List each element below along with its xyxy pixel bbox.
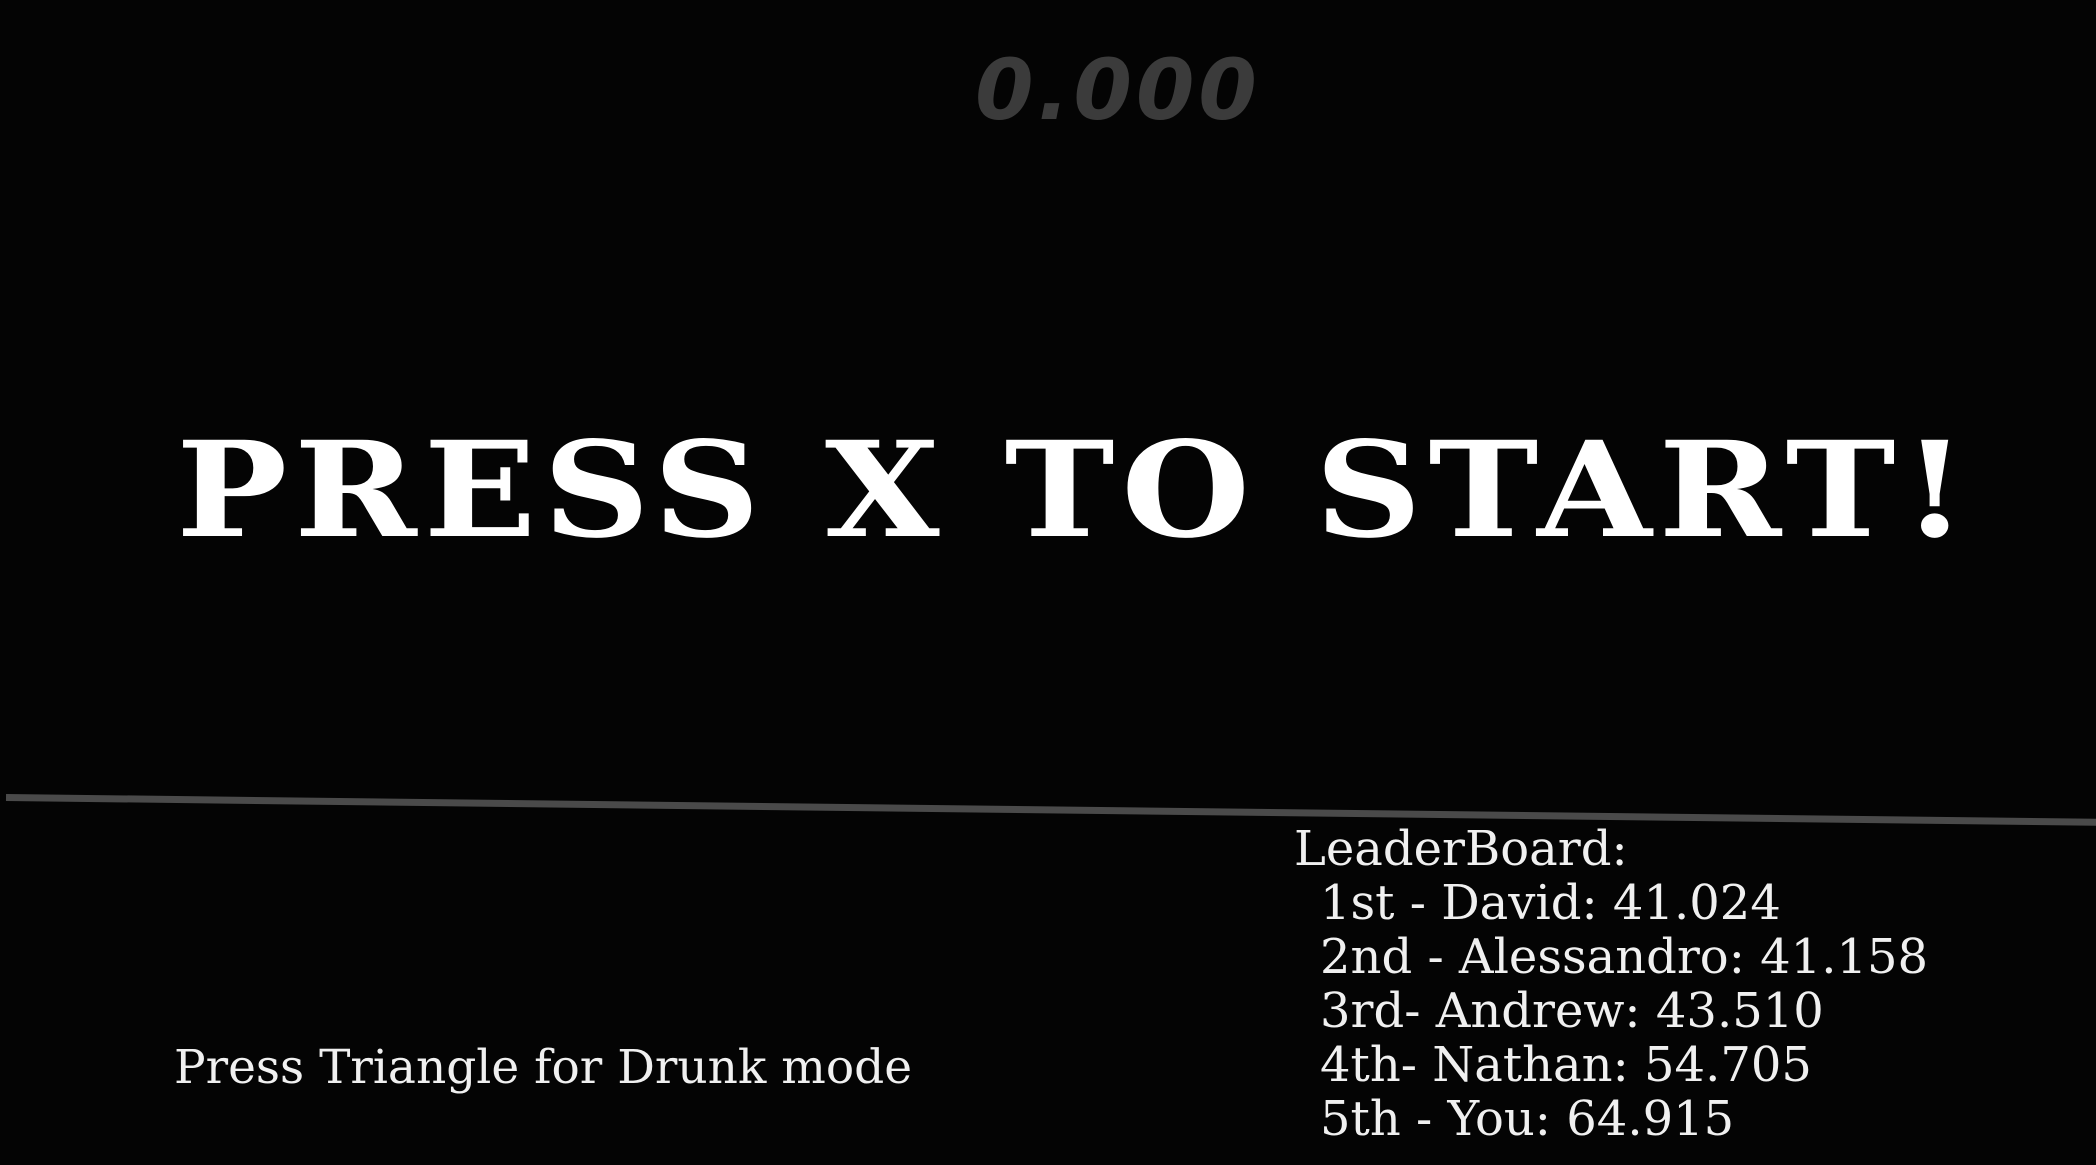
leaderboard: LeaderBoard: 1st - David: 41.024 2nd - A…	[1294, 822, 1928, 1146]
leaderboard-title: LeaderBoard:	[1294, 821, 1628, 877]
leaderboard-entry-2: 2nd - Alessandro: 41.158	[1320, 929, 1929, 985]
drunk-mode-hint: Press Triangle for Drunk mode	[174, 1040, 913, 1095]
leaderboard-entry-3: 3rd- Andrew: 43.510	[1320, 983, 1824, 1039]
leaderboard-entry-5: 5th - You: 64.915	[1320, 1091, 1735, 1147]
start-prompt: PRESS X TO START!	[176, 413, 1974, 568]
race-timer: 0.000	[975, 41, 1261, 139]
leaderboard-entry-4: 4th- Nathan: 54.705	[1320, 1037, 1812, 1093]
game-screen: 0.000 PRESS X TO START! Press Triangle f…	[0, 0, 2096, 1165]
leaderboard-entry-1: 1st - David: 41.024	[1320, 875, 1781, 931]
